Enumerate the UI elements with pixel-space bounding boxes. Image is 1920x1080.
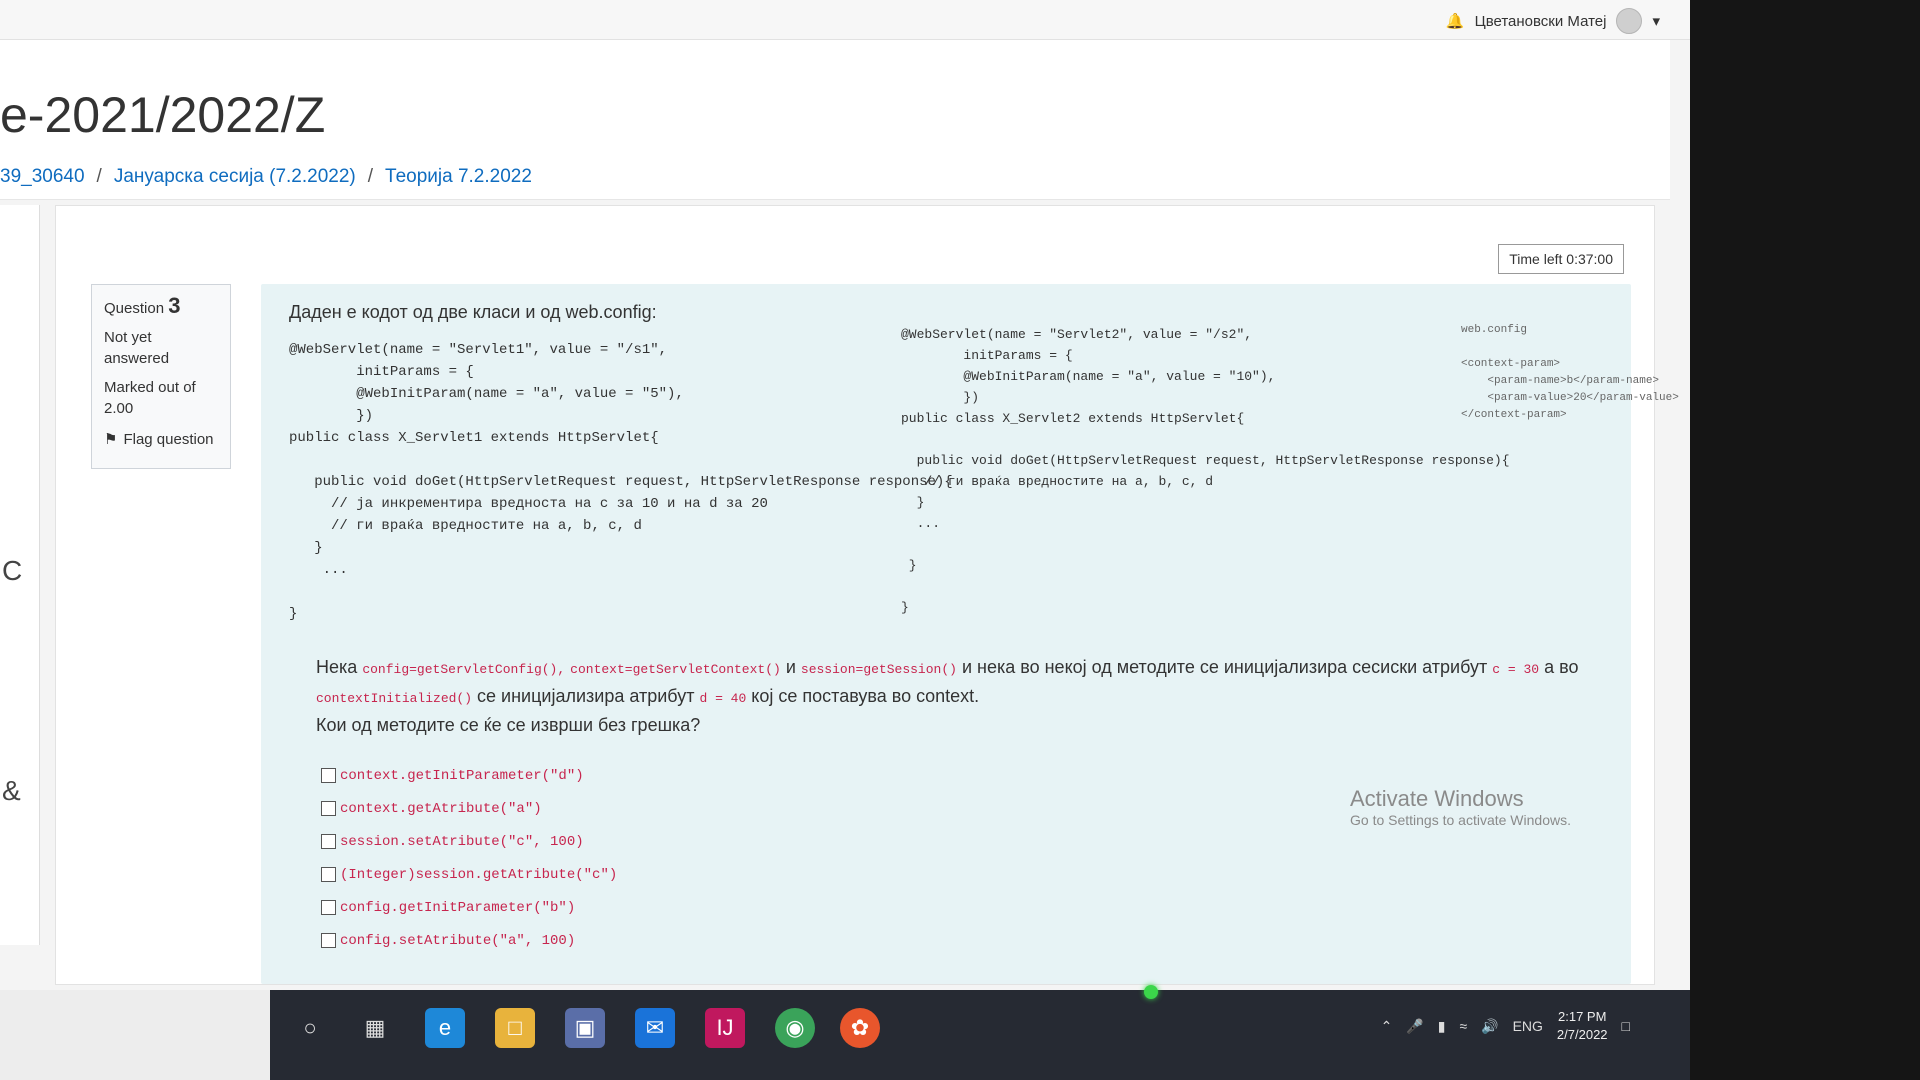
user-menu[interactable]: 🔔 Цветановски Матеј ▾: [1446, 8, 1660, 34]
code-webconfig: web.config <context-param> <param-name>b…: [1461, 324, 1679, 421]
power-led: [1144, 985, 1158, 999]
breadcrumb-separator: /: [96, 166, 102, 187]
language-indicator[interactable]: ENG: [1513, 1018, 1543, 1034]
user-name[interactable]: Цветановски Матеј: [1475, 13, 1607, 30]
code-servlet1: @WebServlet(name = "Servlet1", value = "…: [289, 342, 953, 622]
answer-option[interactable]: session.setAtribute("c", 100): [321, 825, 617, 858]
microphone-icon[interactable]: 🎤: [1406, 1018, 1423, 1035]
chevron-down-icon[interactable]: ▾: [1652, 12, 1660, 30]
screen: 🔔 Цветановски Матеј ▾ e-2021/2022/Z 39_3…: [0, 0, 1690, 1080]
question-intro: Даден е кодот од две класи и од web.conf…: [289, 302, 657, 322]
prompt-text: и нека во некој од методите се иницијали…: [961, 657, 1488, 677]
wifi-icon[interactable]: ≈: [1459, 1018, 1467, 1034]
system-tray: ⌃ 🎤 ▮ ≈ 🔊 ENG 2:17 PM 2/7/2022 □: [1381, 1008, 1630, 1044]
answer-checkbox[interactable]: [321, 768, 336, 783]
breadcrumb-item-session[interactable]: Јануарска сесија (7.2.2022): [114, 166, 356, 188]
answer-checkbox[interactable]: [321, 834, 336, 849]
clock[interactable]: 2:17 PM 2/7/2022: [1557, 1008, 1608, 1044]
taskbar-start-area: [0, 990, 270, 1080]
bell-icon[interactable]: 🔔: [1446, 12, 1465, 30]
breadcrumb-separator: /: [367, 166, 374, 187]
answer-label: session.setAtribute("c", 100): [340, 833, 584, 850]
activate-windows-watermark: Activate Windows Go to Settings to activ…: [1350, 786, 1571, 828]
chevron-up-icon[interactable]: ⌃: [1381, 1018, 1393, 1035]
taskbar: ○ ▦ e □ ▣ ✉ IJ ◉ ✿ ⌃ 🎤 ▮ ≈ 🔊 ENG 2:17 PM…: [0, 990, 1690, 1080]
answer-label: context.getAtribute("a"): [340, 800, 542, 817]
question-info: Question 3 Not yet answered Marked out o…: [91, 284, 231, 469]
page-header: e-2021/2022/Z 39_30640 / Јануарска сесиј…: [0, 40, 1670, 200]
prompt-text: кој се поставува во context.: [751, 686, 980, 706]
watermark-title: Activate Windows: [1350, 786, 1524, 811]
answer-label: config.getInitParameter("b"): [340, 899, 576, 916]
answer-option[interactable]: config.getInitParameter("b"): [321, 891, 617, 924]
chrome-icon[interactable]: ◉: [775, 1008, 815, 1048]
clock-date: 2/7/2022: [1556, 1027, 1608, 1042]
prompt-code: d = 40: [699, 691, 747, 706]
breadcrumb: 39_30640 / Јануарска сесија (7.2.2022) /…: [0, 166, 532, 188]
prompt-code: contextInitialized(): [316, 691, 473, 706]
answer-label: config.setAtribute("a", 100): [340, 932, 576, 949]
search-icon[interactable]: ○: [290, 1008, 330, 1048]
nav-glyph-c[interactable]: C: [2, 555, 22, 587]
question-prompt: Нека config=getServletConfig(), context=…: [316, 654, 1596, 738]
flag-question-button[interactable]: ⚑ Flag question: [104, 429, 218, 450]
answer-checkbox[interactable]: [321, 933, 336, 948]
prompt-text: се иницијализира атрибут: [477, 686, 695, 706]
question-status: Not yet answered: [104, 329, 170, 367]
mail-icon[interactable]: ✉: [635, 1008, 675, 1048]
quiz-region: Time left 0:37:00 Question 3 Not yet ans…: [55, 205, 1679, 985]
clock-time: 2:17 PM: [1558, 1009, 1607, 1024]
question-label: Question: [104, 300, 165, 317]
avatar[interactable]: [1616, 8, 1643, 34]
prompt-question: Кои од методите се ќе се изврши без греш…: [316, 715, 701, 735]
edge-icon[interactable]: e: [425, 1008, 465, 1048]
answer-checkbox[interactable]: [321, 801, 336, 816]
prompt-code: c = 30: [1492, 662, 1540, 677]
answer-option[interactable]: context.getInitParameter("d"): [321, 759, 617, 792]
prompt-text: а во: [1544, 657, 1579, 677]
prompt-code: context=getServletContext(): [570, 662, 781, 677]
answer-label: (Integer)session.getAtribute("c"): [340, 866, 618, 883]
prompt-code: config=getServletConfig(),: [362, 662, 566, 677]
nav-glyph-amp[interactable]: &: [2, 775, 21, 807]
answer-checkbox[interactable]: [321, 900, 336, 915]
answer-option[interactable]: (Integer)session.getAtribute("c"): [321, 858, 617, 891]
breadcrumb-item-course[interactable]: 39_30640: [0, 166, 85, 188]
battery-icon[interactable]: ▮: [1438, 1018, 1446, 1035]
watermark-subtitle: Go to Settings to activate Windows.: [1350, 812, 1571, 828]
top-navbar: 🔔 Цветановски Матеј ▾: [0, 0, 1690, 40]
answer-option[interactable]: config.setAtribute("a", 100): [321, 924, 617, 957]
task-view-icon[interactable]: ▦: [355, 1008, 395, 1048]
question-number: 3: [168, 293, 181, 318]
question-content: Даден е кодот од две класи и од web.conf…: [261, 284, 1679, 984]
answer-option[interactable]: context.getAtribute("a"): [321, 792, 617, 825]
left-drawer: C &: [0, 205, 40, 945]
notification-icon[interactable]: □: [1622, 1018, 1630, 1034]
prompt-code: session=getSession(): [800, 662, 957, 677]
page-title: e-2021/2022/Z: [0, 87, 326, 143]
answer-options: context.getInitParameter("d") context.ge…: [321, 759, 617, 957]
question-marks: Marked out of 2.00: [104, 379, 196, 417]
intellij-icon[interactable]: IJ: [705, 1008, 745, 1048]
breadcrumb-item-quiz[interactable]: Теорија 7.2.2022: [385, 166, 532, 188]
quiz-timer: Time left 0:37:00: [1498, 244, 1624, 274]
store-icon[interactable]: ▣: [565, 1008, 605, 1048]
prompt-text: Нека: [316, 657, 358, 677]
volume-icon[interactable]: 🔊: [1481, 1018, 1498, 1035]
flag-icon: ⚑: [104, 431, 118, 448]
file-explorer-icon[interactable]: □: [495, 1008, 535, 1048]
answer-checkbox[interactable]: [321, 867, 336, 882]
firefox-icon[interactable]: ✿: [840, 1008, 880, 1048]
prompt-text: и: [785, 657, 796, 677]
monitor-bezel: [1690, 0, 1920, 1080]
code-servlet2: @WebServlet(name = "Servlet2", value = "…: [901, 327, 1510, 615]
flag-question-label: Flag question: [123, 431, 214, 448]
answer-label: context.getInitParameter("d"): [340, 767, 584, 784]
